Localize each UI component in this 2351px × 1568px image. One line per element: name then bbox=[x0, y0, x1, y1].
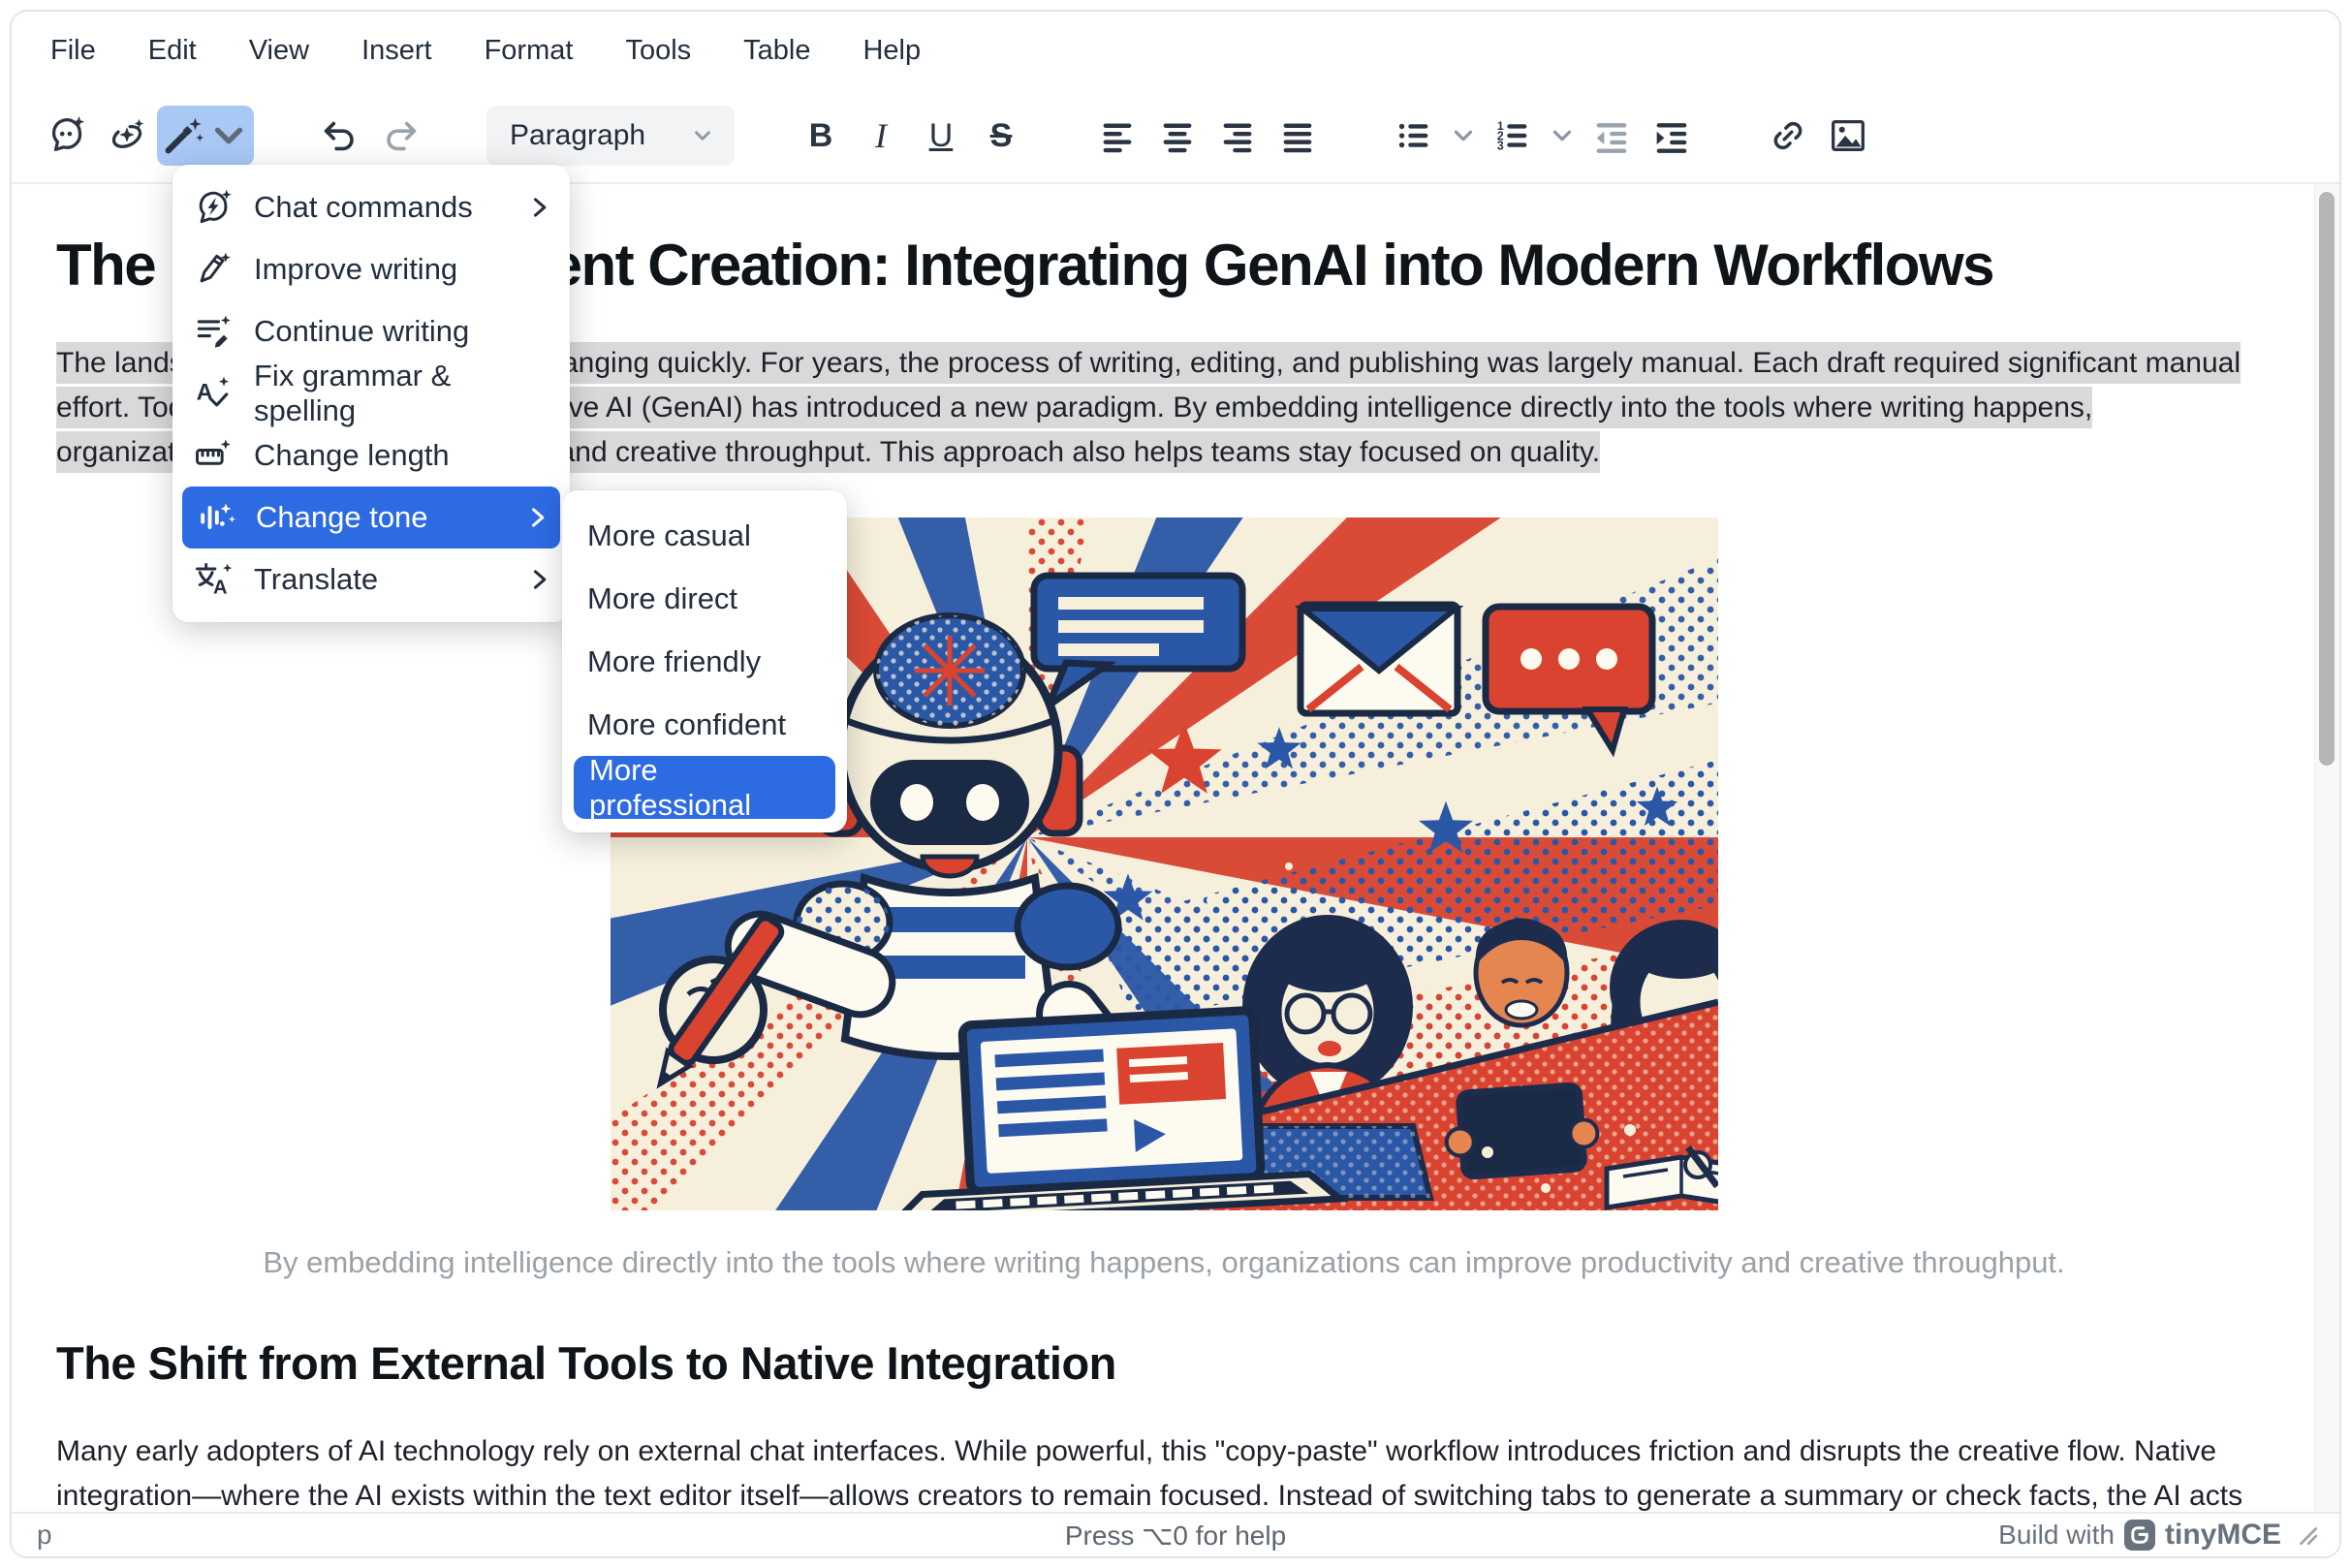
menu-item-translate[interactable]: A Translate bbox=[172, 549, 570, 611]
menu-item-label: Improve writing bbox=[254, 252, 457, 287]
image-button[interactable] bbox=[1818, 106, 1878, 166]
menu-format[interactable]: Format bbox=[485, 35, 574, 67]
menu-item-improve-writing[interactable]: Improve writing bbox=[172, 238, 570, 300]
menu-file[interactable]: File bbox=[50, 35, 96, 67]
outdent-icon bbox=[1589, 113, 1634, 158]
ai-commands-menu: Chat commands Improve writing Continue w… bbox=[172, 165, 570, 622]
align-left-button[interactable] bbox=[1087, 106, 1147, 166]
chat-commands-icon bbox=[192, 186, 235, 229]
chevron-down-icon bbox=[206, 113, 251, 158]
submenu-item-more-direct[interactable]: More direct bbox=[562, 567, 847, 630]
menu-item-label: Translate bbox=[254, 562, 378, 597]
ai-chat-button[interactable] bbox=[37, 106, 97, 166]
chevron-right-icon bbox=[523, 504, 550, 531]
image-caption[interactable]: By embedding intelligence directly into … bbox=[56, 1243, 2272, 1282]
menu-item-continue-writing[interactable]: Continue writing bbox=[172, 300, 570, 362]
chevron-down-icon bbox=[690, 123, 715, 148]
menu-tools[interactable]: Tools bbox=[625, 35, 691, 67]
menubar: File Edit View Insert Format Tools Table… bbox=[12, 12, 2339, 89]
indent-button[interactable] bbox=[1642, 106, 1702, 166]
submenu-item-more-casual[interactable]: More casual bbox=[562, 504, 847, 567]
strikethrough-button[interactable]: S bbox=[971, 106, 1031, 166]
svg-text:A: A bbox=[213, 578, 228, 599]
statusbar: p Press ⌥0 for help Build with tinyMCE bbox=[12, 1512, 2339, 1556]
envelope-graphic bbox=[1301, 605, 1458, 713]
menu-item-label: Continue writing bbox=[254, 314, 469, 349]
bold-button[interactable]: B bbox=[791, 106, 851, 166]
link-button[interactable] bbox=[1758, 106, 1818, 166]
svg-text:3: 3 bbox=[1497, 140, 1504, 153]
align-right-button[interactable] bbox=[1207, 106, 1268, 166]
redo-icon bbox=[378, 113, 423, 158]
bullet-list-icon bbox=[1392, 113, 1436, 158]
underline-button[interactable]: U bbox=[911, 106, 971, 166]
numbered-list-options-chevron[interactable] bbox=[1543, 106, 1582, 166]
body-paragraph[interactable]: Many early adopters of AI technology rel… bbox=[56, 1429, 2272, 1512]
chevron-right-icon bbox=[525, 566, 552, 593]
menu-item-label: Change tone bbox=[256, 500, 428, 535]
continue-writing-icon bbox=[192, 310, 235, 353]
chevron-down-icon bbox=[1548, 121, 1577, 150]
help-shortcut-text: Press ⌥0 for help bbox=[12, 1520, 2339, 1552]
numbered-list-icon: 123 bbox=[1490, 113, 1535, 158]
menu-table[interactable]: Table bbox=[743, 35, 810, 67]
change-tone-submenu: More casual More direct More friendly Mo… bbox=[562, 490, 847, 832]
bullet-list-button[interactable] bbox=[1384, 106, 1444, 166]
menu-item-label: Change length bbox=[254, 438, 450, 473]
content-figure: By embedding intelligence directly into … bbox=[56, 517, 2272, 1282]
submenu-item-more-friendly[interactable]: More friendly bbox=[562, 630, 847, 693]
tinymce-logo-icon bbox=[2124, 1520, 2155, 1551]
outdent-button bbox=[1582, 106, 1642, 166]
undo-button[interactable] bbox=[310, 106, 370, 166]
menu-insert[interactable]: Insert bbox=[361, 35, 432, 67]
scrollbar-thumb[interactable] bbox=[2319, 192, 2335, 766]
align-justify-button[interactable] bbox=[1268, 106, 1328, 166]
chevron-right-icon bbox=[525, 194, 552, 221]
align-center-icon bbox=[1155, 113, 1200, 158]
align-left-icon bbox=[1095, 113, 1140, 158]
ai-chat-icon bbox=[45, 113, 89, 158]
menu-edit[interactable]: Edit bbox=[148, 35, 197, 67]
menu-item-label: Fix grammar & spelling bbox=[254, 359, 552, 428]
menu-item-change-length[interactable]: Change length bbox=[172, 424, 570, 486]
translate-icon: A bbox=[192, 558, 235, 601]
svg-text:A: A bbox=[197, 379, 213, 405]
submenu-item-more-professional[interactable]: More professional bbox=[574, 756, 835, 819]
format-select[interactable]: Paragraph bbox=[486, 106, 735, 166]
section-heading[interactable]: The Shift from External Tools to Native … bbox=[56, 1336, 2272, 1391]
resize-grip-icon[interactable] bbox=[2297, 1524, 2318, 1546]
align-right-icon bbox=[1215, 113, 1260, 158]
change-tone-icon bbox=[194, 496, 236, 539]
menu-help[interactable]: Help bbox=[862, 35, 921, 67]
image-icon bbox=[1826, 113, 1870, 158]
link-icon bbox=[1766, 113, 1810, 158]
align-justify-icon bbox=[1275, 113, 1320, 158]
bullet-list-options-chevron[interactable] bbox=[1444, 106, 1483, 166]
magic-wand-icon bbox=[160, 113, 204, 158]
scrollbar-track[interactable] bbox=[2314, 184, 2339, 1512]
ai-wand-button[interactable] bbox=[157, 106, 254, 166]
undo-icon bbox=[318, 113, 362, 158]
improve-writing-icon bbox=[192, 248, 235, 291]
menu-view[interactable]: View bbox=[249, 35, 309, 67]
ai-shortcuts-button[interactable] bbox=[97, 106, 157, 166]
italic-button[interactable]: I bbox=[851, 106, 911, 166]
change-length-icon bbox=[192, 434, 235, 477]
ai-shortcuts-icon bbox=[105, 113, 149, 158]
submenu-item-more-confident[interactable]: More confident bbox=[562, 693, 847, 756]
menu-item-chat-commands[interactable]: Chat commands bbox=[172, 176, 570, 238]
numbered-list-button[interactable]: 123 bbox=[1483, 106, 1543, 166]
branding-name[interactable]: tinyMCE bbox=[2165, 1519, 2281, 1552]
menu-item-fix-grammar[interactable]: A Fix grammar & spelling bbox=[172, 362, 570, 424]
redo-button bbox=[370, 106, 430, 166]
menu-item-change-tone[interactable]: Change tone bbox=[182, 486, 560, 549]
menu-item-label: Chat commands bbox=[254, 190, 473, 225]
branding-prefix: Build with bbox=[1998, 1520, 2115, 1551]
indent-icon bbox=[1649, 113, 1694, 158]
fix-grammar-icon: A bbox=[192, 372, 235, 415]
chevron-down-icon bbox=[1449, 121, 1478, 150]
align-center-button[interactable] bbox=[1147, 106, 1207, 166]
format-select-value: Paragraph bbox=[510, 119, 645, 152]
